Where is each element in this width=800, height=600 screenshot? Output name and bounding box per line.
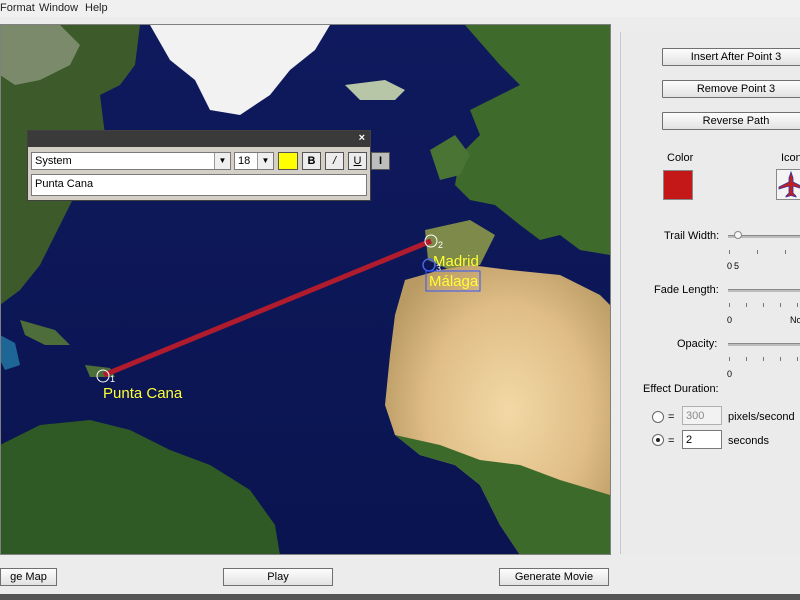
equals-sign: = xyxy=(668,435,675,447)
play-button[interactable]: Play xyxy=(223,568,333,586)
opacity-slider[interactable] xyxy=(728,343,800,346)
tick xyxy=(780,303,781,307)
fade-length-slider[interactable] xyxy=(728,289,800,292)
tick xyxy=(763,303,764,307)
italic-button[interactable]: / xyxy=(325,152,344,170)
menu-bar: Format Window Help xyxy=(0,0,800,17)
trail-color-swatch[interactable] xyxy=(663,170,693,200)
label-text-value: Punta Cana xyxy=(35,178,94,190)
radio-selected-dot xyxy=(656,438,660,442)
reverse-path-button[interactable]: Reverse Path xyxy=(662,112,800,130)
popup-titlebar[interactable]: × xyxy=(28,131,370,147)
font-size-value: 18 xyxy=(238,155,251,167)
effect-duration-label: Effect Duration: xyxy=(643,383,719,395)
tick xyxy=(729,303,730,307)
speed-value: 300 xyxy=(686,410,705,422)
window-bottom-edge xyxy=(0,594,800,600)
tick xyxy=(780,357,781,361)
bold-button[interactable]: B xyxy=(302,152,321,170)
opacity-min: 0 xyxy=(727,369,733,379)
speed-unit: pixels/second xyxy=(728,411,795,423)
chevron-down-icon[interactable]: ▼ xyxy=(257,153,273,169)
underline-button[interactable]: U xyxy=(348,152,367,170)
tick xyxy=(746,303,747,307)
point-2-number: 2 xyxy=(438,240,443,250)
insert-after-point-button[interactable]: Insert After Point 3 xyxy=(662,48,800,66)
menu-format[interactable]: Format xyxy=(0,2,35,14)
tick xyxy=(797,357,798,361)
outline-button[interactable]: I xyxy=(371,152,390,170)
font-size-select[interactable]: 18 ▼ xyxy=(234,152,274,170)
tick xyxy=(757,250,758,254)
fade-length-label: Fade Length: xyxy=(654,284,719,296)
seconds-radio[interactable] xyxy=(652,434,664,446)
tick xyxy=(763,357,764,361)
change-map-button[interactable]: ge Map xyxy=(0,568,57,586)
tick xyxy=(797,303,798,307)
icon-picker[interactable] xyxy=(776,169,800,200)
fade-length-max: No xyxy=(790,315,800,325)
menu-window[interactable]: Window xyxy=(39,2,78,14)
tick xyxy=(729,357,730,361)
color-label: Color xyxy=(667,152,694,164)
close-icon[interactable]: × xyxy=(359,132,365,144)
trail-width-min: 0 xyxy=(727,261,733,271)
trail-width-mid: 5 xyxy=(734,261,740,271)
trail-width-thumb[interactable] xyxy=(734,231,742,239)
menu-help[interactable]: Help xyxy=(85,2,108,14)
trail-width-label: Trail Width: xyxy=(664,230,720,242)
fade-length-min: 0 xyxy=(727,315,733,325)
generate-movie-button[interactable]: Generate Movie xyxy=(499,568,609,586)
seconds-value: 2 xyxy=(686,434,693,446)
speed-input[interactable]: 300 xyxy=(682,406,722,425)
speed-radio[interactable] xyxy=(652,411,664,423)
icon-label: Icon xyxy=(781,152,800,164)
remove-point-button[interactable]: Remove Point 3 xyxy=(662,80,800,98)
font-family-select[interactable]: System ▼ xyxy=(31,152,231,170)
label-text-input[interactable]: Punta Cana xyxy=(31,174,367,196)
point-3-label[interactable]: Málaga xyxy=(429,273,479,290)
chevron-down-icon[interactable]: ▼ xyxy=(214,153,230,169)
tick xyxy=(729,250,730,254)
label-format-popup: × System ▼ 18 ▼ B / U I Punta Cana xyxy=(27,130,390,201)
point-1-number: 1 xyxy=(110,374,115,384)
font-family-value: System xyxy=(35,155,72,167)
opacity-label: Opacity: xyxy=(677,338,718,350)
equals-sign: = xyxy=(668,411,675,423)
airplane-icon xyxy=(778,170,800,198)
tick xyxy=(746,357,747,361)
seconds-input[interactable]: 2 xyxy=(682,430,722,449)
text-color-swatch[interactable] xyxy=(278,152,298,170)
map-view[interactable]: 1 Punta Cana 2 Madrid 3 Málaga xyxy=(0,25,610,555)
point-1-label[interactable]: Punta Cana xyxy=(103,385,183,402)
seconds-unit: seconds xyxy=(728,435,769,447)
tick xyxy=(785,250,786,254)
